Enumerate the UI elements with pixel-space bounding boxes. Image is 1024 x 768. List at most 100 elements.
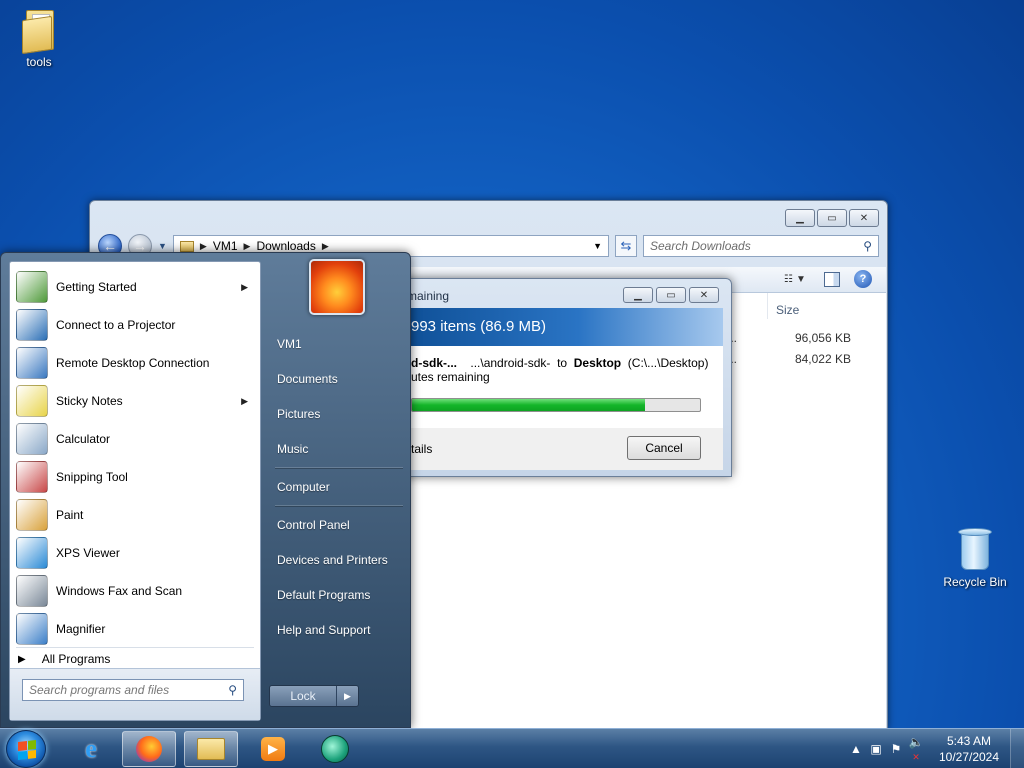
- copy-source-path[interactable]: ...\android-sdk-: [470, 356, 550, 370]
- program-label: Snipping Tool: [56, 470, 128, 484]
- close-button[interactable]: ✕: [849, 209, 879, 227]
- submenu-arrow-icon[interactable]: ▶: [241, 396, 248, 407]
- refresh-button[interactable]: ⇆: [615, 235, 637, 257]
- desktop-icon-recycle-bin[interactable]: Recycle Bin: [936, 526, 1014, 589]
- show-desktop-button[interactable]: [1010, 729, 1024, 768]
- clock[interactable]: 5:43 AM 10/27/2024: [932, 733, 1006, 765]
- start-menu-places-pane: VM1 Documents Pictures Music Computer Co…: [265, 253, 411, 729]
- program-label: Sticky Notes: [56, 394, 123, 408]
- column-header-size[interactable]: Size: [767, 293, 857, 319]
- divider: [275, 467, 403, 469]
- change-view-button[interactable]: ☷ ▼: [784, 270, 810, 288]
- taskbar-button-internet-explorer[interactable]: e: [64, 731, 118, 767]
- program-label: Calculator: [56, 432, 111, 446]
- program-paint[interactable]: Paint: [12, 496, 258, 534]
- user-picture-avatar[interactable]: [309, 259, 365, 315]
- shutdown-options-arrow-icon[interactable]: ▶: [336, 686, 358, 706]
- taskbar-button-windows-explorer[interactable]: [184, 731, 238, 767]
- more-details-toggle[interactable]: tails: [411, 442, 432, 456]
- link-computer[interactable]: Computer: [277, 480, 330, 494]
- snipping-tool-icon: [16, 461, 48, 493]
- program-fax-scan[interactable]: Windows Fax and Scan: [12, 572, 258, 610]
- maximize-button[interactable]: ▭: [656, 287, 686, 303]
- help-button[interactable]: ?: [854, 270, 872, 288]
- breadcrumb-separator-icon[interactable]: ▶: [322, 241, 329, 252]
- notification-area: ▲ ▣ ⚑ 🔈✕ 5:43 AM 10/27/2024: [846, 729, 1024, 768]
- desktop-icon-label: Recycle Bin: [943, 575, 1007, 589]
- breadcrumb-vm1[interactable]: VM1: [213, 239, 238, 253]
- program-label: Connect to a Projector: [56, 318, 176, 332]
- program-snipping-tool[interactable]: Snipping Tool: [12, 458, 258, 496]
- breadcrumb-separator-icon[interactable]: ▶: [244, 241, 251, 252]
- program-getting-started[interactable]: Getting Started ▶: [12, 268, 258, 306]
- file-row[interactable]: ipp... 96,056 KB: [711, 331, 851, 345]
- taskbar-button-app[interactable]: [308, 731, 362, 767]
- preview-pane-button[interactable]: [824, 271, 840, 287]
- link-documents[interactable]: Documents: [277, 372, 338, 386]
- copy-summary: 993 items (86.9 MB): [411, 318, 547, 335]
- copy-to-word: to: [557, 356, 568, 370]
- program-label: Windows Fax and Scan: [56, 584, 183, 598]
- folder-icon: [22, 8, 56, 55]
- link-help-and-support[interactable]: Help and Support: [277, 623, 370, 637]
- clock-date: 10/27/2024: [938, 750, 1000, 764]
- windows-explorer-icon: [197, 738, 225, 760]
- volume-muted-icon[interactable]: 🔈✕: [906, 735, 926, 763]
- dialog-title: maining: [407, 289, 450, 303]
- program-label: Paint: [56, 508, 84, 522]
- start-menu: Getting Started ▶ Connect to a Projector Re…: [0, 252, 411, 728]
- minimize-button[interactable]: ▁: [623, 287, 653, 303]
- start-button[interactable]: [6, 730, 46, 768]
- taskbar-button-media-player[interactable]: ▶: [246, 731, 300, 767]
- address-dropdown-icon[interactable]: ▼: [593, 241, 602, 251]
- taskbar-button-firefox[interactable]: [122, 731, 176, 767]
- program-label: XPS Viewer: [56, 546, 120, 560]
- action-center-flag-icon[interactable]: ⚑: [886, 742, 906, 756]
- program-sticky-notes[interactable]: Sticky Notes ▶: [12, 382, 258, 420]
- link-devices-and-printers[interactable]: Devices and Printers: [277, 553, 388, 567]
- copy-details: d-sdk-... ...\android-sdk- to Desktop (C…: [401, 346, 723, 428]
- program-remote-desktop[interactable]: Remote Desktop Connection: [12, 344, 258, 382]
- link-pictures[interactable]: Pictures: [277, 407, 320, 421]
- search-input[interactable]: Search Downloads ⚲: [643, 235, 879, 257]
- firefox-icon: [136, 736, 162, 762]
- lock-button[interactable]: Lock ▶: [269, 685, 359, 707]
- program-magnifier[interactable]: Magnifier: [12, 610, 258, 648]
- program-projector[interactable]: Connect to a Projector: [12, 306, 258, 344]
- view-icon: ☷: [784, 273, 793, 285]
- file-row[interactable]: ipp... 84,022 KB: [711, 352, 851, 366]
- all-programs-label: All Programs: [41, 652, 111, 666]
- minimize-button[interactable]: ▁: [785, 209, 815, 227]
- program-xps-viewer[interactable]: XPS Viewer: [12, 534, 258, 572]
- magnifier-icon: [16, 613, 48, 645]
- maximize-button[interactable]: ▭: [817, 209, 847, 227]
- link-user-folder[interactable]: VM1: [277, 337, 302, 351]
- divider: [275, 505, 403, 507]
- recycle-bin-icon: [955, 526, 995, 572]
- desktop-icon-tools[interactable]: tools: [0, 8, 78, 69]
- link-control-panel[interactable]: Control Panel: [277, 518, 350, 532]
- start-search-input[interactable]: Search programs and files ⚲: [22, 679, 244, 701]
- show-hidden-icons-icon[interactable]: ▲: [846, 742, 866, 756]
- close-button[interactable]: ✕: [689, 287, 719, 303]
- all-programs-button[interactable]: ▶ All Programs: [18, 652, 110, 666]
- recent-pages-dropdown-icon[interactable]: ▼: [158, 241, 167, 251]
- copy-source-dest-line: d-sdk-... ...\android-sdk- to Desktop (C…: [411, 356, 713, 370]
- start-search-area: Search programs and files ⚲: [10, 668, 260, 720]
- submenu-arrow-icon[interactable]: ▶: [241, 282, 248, 293]
- chevron-right-icon: ▶: [18, 653, 26, 665]
- link-music[interactable]: Music: [277, 442, 308, 456]
- breadcrumb-downloads[interactable]: Downloads: [256, 239, 315, 253]
- network-icon[interactable]: ▣: [866, 742, 886, 756]
- link-default-programs[interactable]: Default Programs: [277, 588, 370, 602]
- program-calculator[interactable]: Calculator: [12, 420, 258, 458]
- column-header-label: Size: [776, 303, 800, 317]
- getting-started-icon: [16, 271, 48, 303]
- breadcrumb-separator-icon[interactable]: ▶: [200, 241, 207, 252]
- sticky-notes-icon: [16, 385, 48, 417]
- calculator-icon: [16, 423, 48, 455]
- windows-logo-icon: [18, 740, 36, 760]
- copy-destination-name[interactable]: Desktop: [574, 356, 621, 370]
- file-size: 84,022 KB: [794, 352, 851, 366]
- cancel-button[interactable]: Cancel: [627, 436, 701, 460]
